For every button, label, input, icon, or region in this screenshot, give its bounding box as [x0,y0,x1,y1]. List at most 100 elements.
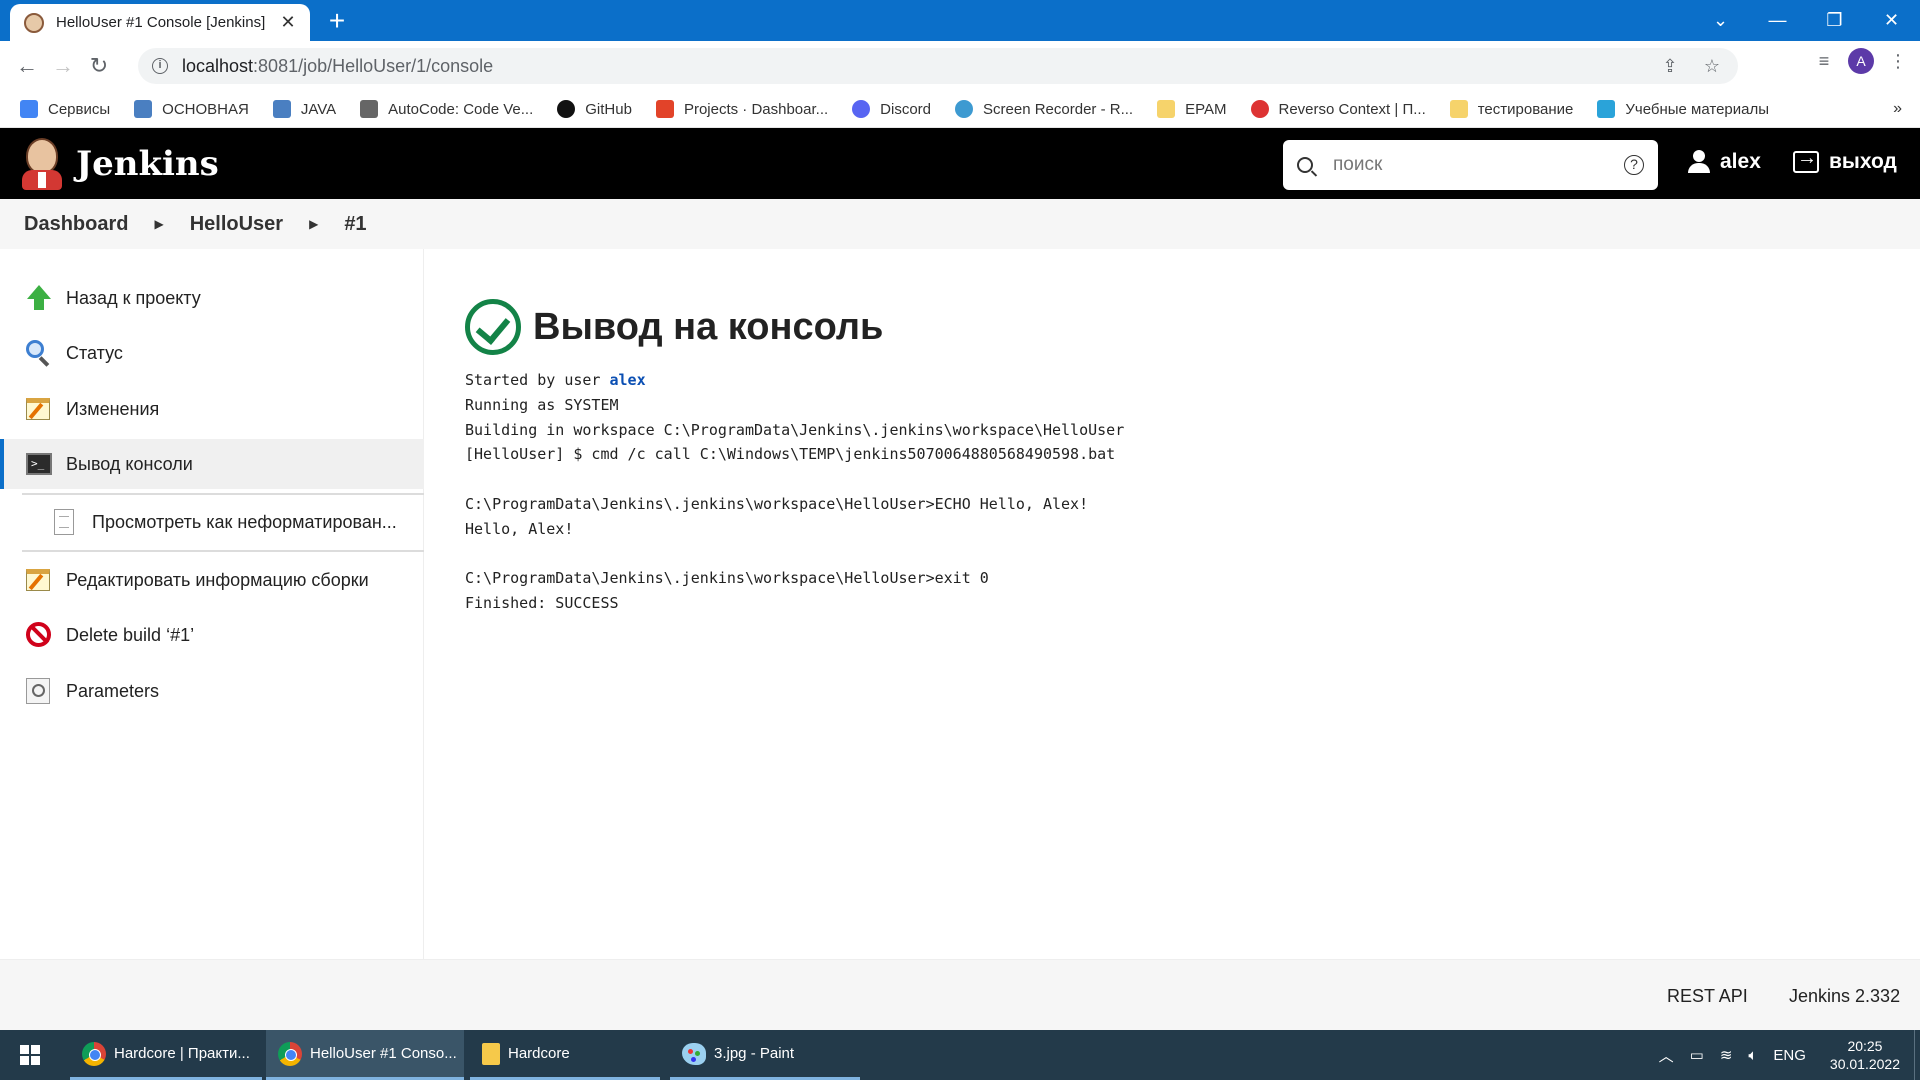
taskbar-app-label: Hardcore | Практи... [114,1045,250,1062]
folder-icon [1449,100,1468,118]
task-changes[interactable]: Изменения [0,384,424,434]
taskbar-app-chrome-jenkins[interactable]: HelloUser #1 Conso... [266,1030,464,1080]
document-icon [52,509,78,535]
success-check-icon [465,299,521,355]
volume-icon[interactable]: 🔈︎ [1748,1047,1757,1064]
task-label: Назад к проекту [66,287,201,308]
rest-api-link[interactable]: REST API [1667,986,1748,1007]
user-link[interactable]: alex [1688,150,1761,174]
bookmark-item[interactable]: Screen Recorder - R... [955,100,1133,118]
bookmark-item[interactable]: Discord [852,100,931,118]
book-icon [272,100,291,118]
bookmark-item[interactable]: AutoCode: Code Ve... [360,100,533,118]
taskbar-app-explorer[interactable]: Hardcore [470,1030,660,1080]
bookmark-item[interactable]: Учебные материалы [1597,100,1769,118]
media-queue-icon[interactable]: ≡ [1812,49,1836,73]
tray-chevron-up-icon[interactable]: ︿ [1659,1045,1674,1066]
clock-time: 20:25 [1847,1038,1883,1054]
autocode-icon [360,100,379,118]
bookmark-label: EPAM [1185,100,1227,118]
bookmark-label: Screen Recorder - R... [983,100,1134,118]
task-back-to-project[interactable]: Назад к проекту [0,273,424,323]
language-indicator[interactable]: ENG [1773,1047,1806,1064]
breadcrumb-dashboard[interactable]: Dashboard [24,213,128,236]
task-label: Статус [66,342,123,363]
taskbar-app-label: 3.jpg - Paint [714,1045,795,1062]
main-panel: Вывод на консоль Started by user alex Ru… [465,249,1905,959]
console-started-by: Started by user [465,371,610,389]
forward-arrow-icon[interactable]: → [45,48,81,84]
bookmark-item[interactable]: тестирование [1449,100,1573,118]
wifi-icon[interactable]: ≋ [1720,1046,1733,1064]
bookmark-item[interactable]: ОСНОВНАЯ [134,100,249,118]
jenkins-favicon-icon [24,12,44,33]
breadcrumb-chevron-icon[interactable]: ▶ [154,217,163,231]
user-name: alex [1720,150,1761,173]
github-icon [557,100,576,118]
start-button[interactable] [0,1030,60,1080]
minimize-button[interactable]: — [1749,0,1806,41]
browser-tab-strip: HelloUser #1 Console [Jenkins] ✕ + ⌄ — ❐… [0,0,1920,41]
task-console-output[interactable]: >_ Вывод консоли [0,439,424,489]
clock[interactable]: 20:25 30.01.2022 [1830,1037,1900,1073]
breadcrumb-build[interactable]: #1 [344,213,366,236]
window-controls: ⌄ — ❐ ✕ [1692,0,1920,41]
task-view-plain-text[interactable]: Просмотреть как неформатирован... [0,497,424,547]
restore-button[interactable]: ❐ [1806,0,1863,41]
close-window-button[interactable]: ✕ [1863,0,1920,41]
magnifier-icon [26,340,52,367]
taskbar-app-label: HelloUser #1 Conso... [310,1045,457,1062]
system-tray: ︿ ▭ ≋ 🔈︎ ENG 20:25 30.01.2022 [1651,1030,1920,1080]
taskbar-app-chrome-hardcore[interactable]: Hardcore | Практи... [70,1030,262,1080]
task-edit-build-info[interactable]: Редактировать информацию сборки [0,555,424,605]
page-heading: Вывод на консоль [465,299,883,355]
search-help-icon[interactable]: ? [1624,155,1644,175]
jenkins-version-link[interactable]: Jenkins 2.332 [1789,986,1900,1007]
breadcrumb-chevron-icon[interactable]: ▶ [309,217,318,231]
breadcrumb-job[interactable]: HelloUser [190,213,283,236]
bookmark-star-icon[interactable]: ☆ [1700,54,1724,78]
no-entry-icon [26,622,52,648]
bookmark-item[interactable]: JAVA [272,100,336,118]
logout-link[interactable]: выход [1793,147,1897,174]
browser-tab-active[interactable]: HelloUser #1 Console [Jenkins] ✕ [10,4,310,41]
search-input[interactable] [1333,154,1624,176]
task-delete-build[interactable]: Delete build ‘#1’ [0,610,424,660]
divider [22,550,424,552]
bookmark-item[interactable]: Сервисы [20,100,110,118]
folder-icon [482,1042,500,1065]
taskbar-app-paint[interactable]: 3.jpg - Paint [670,1030,860,1080]
bookmark-item[interactable]: GitHub [557,100,632,118]
notepad-icon [26,567,52,593]
bookmark-label: Учебные материалы [1625,100,1770,118]
bookmark-item[interactable]: EPAM [1157,100,1227,118]
battery-icon[interactable]: ▭ [1690,1046,1704,1064]
new-tab-button[interactable]: + [322,6,352,36]
console-user-link[interactable]: alex [610,371,646,389]
bookmark-item[interactable]: Reverso Context | П... [1250,100,1426,118]
bookmark-item[interactable]: Projects · Dashboar... [655,100,828,118]
show-desktop-button[interactable] [1914,1030,1920,1080]
jenkins-logo-link[interactable]: Jenkins [20,138,219,190]
menu-kebab-icon[interactable]: ⋮ [1886,49,1910,73]
back-arrow-icon[interactable]: ← [9,48,45,84]
share-icon[interactable]: ⇪ [1658,54,1682,78]
paint-icon [682,1042,706,1065]
tab-search-chevron-icon[interactable]: ⌄ [1692,0,1749,41]
reload-icon[interactable]: ↻ [81,48,117,84]
up-arrow-icon [26,285,52,311]
profile-avatar[interactable]: A [1848,48,1874,74]
jenkins-butler-icon [20,138,64,190]
tab-close-icon[interactable]: ✕ [278,12,298,33]
bookmark-label: Discord [880,100,932,118]
site-info-icon[interactable]: i [152,58,168,74]
task-parameters[interactable]: Parameters [0,666,424,716]
bookmarks-overflow-icon[interactable]: » [1893,100,1902,118]
address-bar[interactable]: i localhost:8081/job/HelloUser/1/console… [138,48,1738,84]
jenkins-header: Jenkins ? alex выход [0,128,1920,199]
task-status[interactable]: Статус [0,328,424,378]
divider [22,493,424,495]
windows-logo-icon [20,1045,40,1065]
task-label: Изменения [66,398,160,419]
browser-toolbar: ← → ↻ i localhost:8081/job/HelloUser/1/c… [0,41,1920,91]
